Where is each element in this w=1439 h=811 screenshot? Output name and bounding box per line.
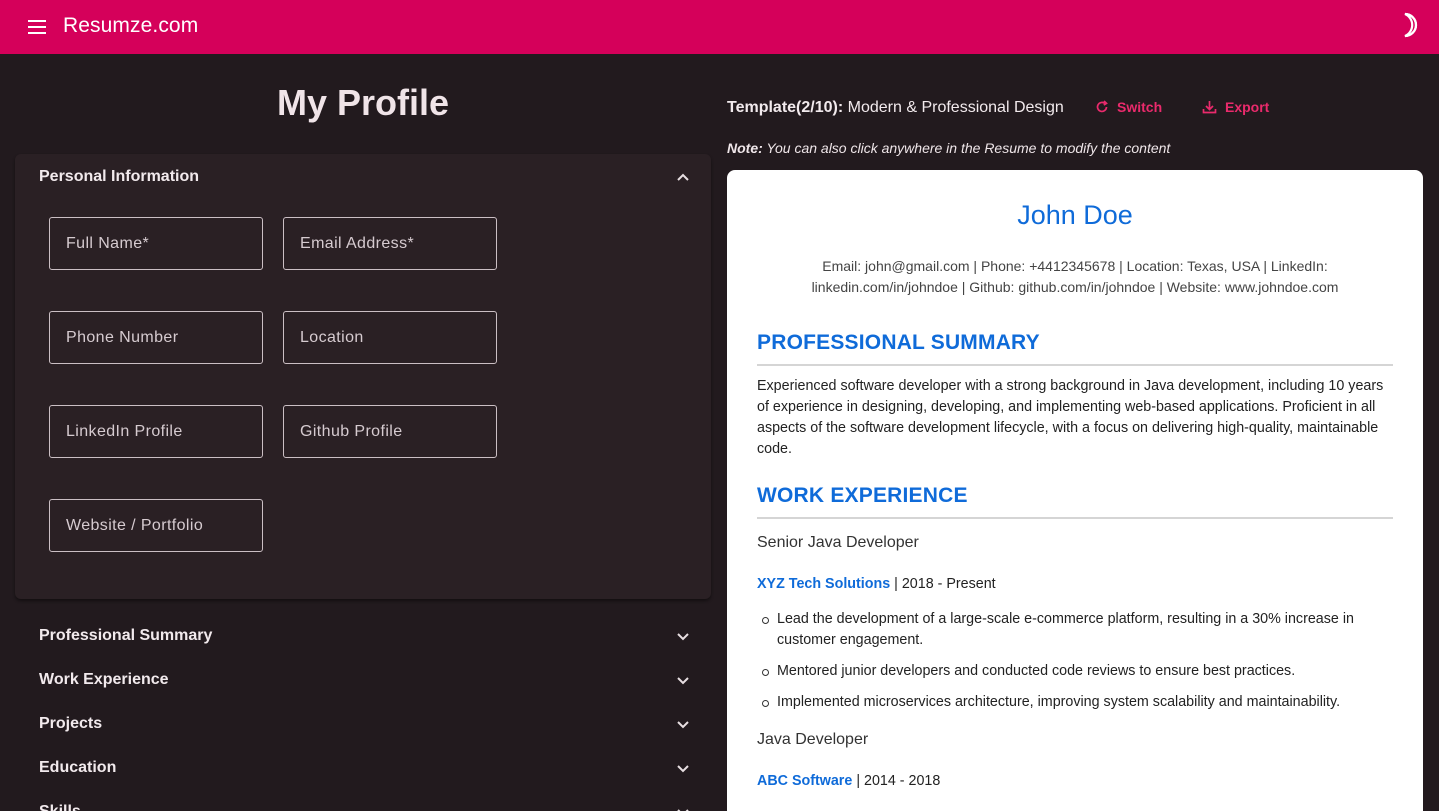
chevron-down-icon — [676, 806, 690, 811]
summary-heading[interactable]: PROFESSIONAL SUMMARY — [757, 331, 1040, 355]
job-company[interactable]: XYZ Tech Solutions — [757, 576, 890, 592]
accordion-label: Work Experience — [39, 671, 169, 688]
accordion-projects[interactable]: Projects — [15, 701, 711, 745]
app-title[interactable]: Resumze.com — [63, 14, 198, 38]
work-divider — [757, 517, 1393, 519]
chevron-down-icon — [676, 718, 690, 732]
website-input[interactable] — [50, 500, 262, 551]
email-input[interactable] — [284, 218, 496, 269]
download-icon — [1202, 101, 1217, 114]
github-field[interactable] — [283, 405, 497, 458]
export-button[interactable]: Export — [1202, 99, 1269, 115]
job-role[interactable]: Senior Java Developer — [757, 534, 919, 552]
location-field[interactable] — [283, 311, 497, 364]
accordion-skills[interactable]: Skills — [15, 789, 711, 811]
edit-note: Note: You can also click anywhere in the… — [727, 140, 1170, 156]
contact-line-1: Email: john@gmail.com | Phone: +44123456… — [822, 258, 1328, 274]
refresh-icon — [1096, 100, 1108, 113]
accordion-label: Skills — [39, 803, 81, 811]
dark-mode-toggle-icon[interactable] — [1399, 11, 1425, 39]
personal-information-card: Personal Information — [15, 154, 711, 599]
note-label: Note: — [727, 140, 763, 156]
location-input[interactable] — [284, 312, 496, 363]
job-company[interactable]: ABC Software — [757, 773, 852, 789]
accordion-professional-summary[interactable]: Professional Summary — [15, 613, 711, 657]
note-text: You can also click anywhere in the Resum… — [766, 140, 1171, 156]
job-company-line[interactable]: ABC Software | 2014 - 2018 — [757, 773, 940, 789]
linkedin-field[interactable] — [49, 405, 263, 458]
accordion-label: Projects — [39, 715, 103, 732]
job-company-line[interactable]: XYZ Tech Solutions | 2018 - Present — [757, 576, 996, 592]
personal-information-heading[interactable]: Personal Information — [39, 168, 199, 186]
profile-panel: My Profile Personal Information Professi… — [15, 54, 711, 811]
accordion-label: Professional Summary — [39, 627, 213, 644]
contact-line-2: linkedin.com/in/johndoe | Github: github… — [811, 279, 1339, 295]
job-bullets: Lead the development of a large-scale e-… — [757, 609, 1377, 723]
chevron-up-icon[interactable] — [676, 170, 690, 184]
resume-name[interactable]: John Doe — [727, 200, 1423, 231]
resume-contact[interactable]: Email: john@gmail.com | Phone: +44123456… — [767, 256, 1383, 298]
switch-template-button[interactable]: Switch — [1095, 99, 1162, 115]
menu-icon[interactable] — [28, 17, 50, 37]
accordion-education[interactable]: Education — [15, 745, 711, 789]
chevron-down-icon — [676, 674, 690, 688]
job-bullet[interactable]: Mentored junior developers and conducted… — [757, 661, 1377, 682]
template-info: Template(2/10): Modern & Professional De… — [727, 99, 1064, 117]
work-heading[interactable]: WORK EXPERIENCE — [757, 484, 968, 508]
accordion-label: Education — [39, 759, 117, 776]
export-label: Export — [1225, 99, 1270, 115]
job-bullet[interactable]: Lead the development of a large-scale e-… — [757, 609, 1377, 651]
job-bullet[interactable]: Implemented microservices architecture, … — [757, 692, 1377, 713]
phone-field[interactable] — [49, 311, 263, 364]
resume-preview[interactable]: John Doe Email: john@gmail.com | Phone: … — [727, 170, 1423, 811]
email-field[interactable] — [283, 217, 497, 270]
page-title: My Profile — [276, 82, 450, 123]
app-bar: Resumze.com — [0, 0, 1439, 54]
job-role[interactable]: Java Developer — [757, 731, 868, 749]
linkedin-input[interactable] — [50, 406, 262, 457]
chevron-down-icon — [676, 630, 690, 644]
full-name-field[interactable] — [49, 217, 263, 270]
github-input[interactable] — [284, 406, 496, 457]
accordion-work-experience[interactable]: Work Experience — [15, 657, 711, 701]
phone-input[interactable] — [50, 312, 262, 363]
full-name-input[interactable] — [50, 218, 262, 269]
website-field[interactable] — [49, 499, 263, 552]
template-name: Modern & Professional Design — [847, 99, 1064, 116]
summary-text[interactable]: Experienced software developer with a st… — [757, 376, 1397, 460]
template-label: Template(2/10): — [727, 99, 844, 116]
job-dates: | 2014 - 2018 — [856, 773, 941, 789]
chevron-down-icon — [676, 762, 690, 776]
summary-divider — [757, 364, 1393, 366]
switch-label: Switch — [1117, 99, 1163, 115]
job-dates: | 2018 - Present — [894, 576, 996, 592]
